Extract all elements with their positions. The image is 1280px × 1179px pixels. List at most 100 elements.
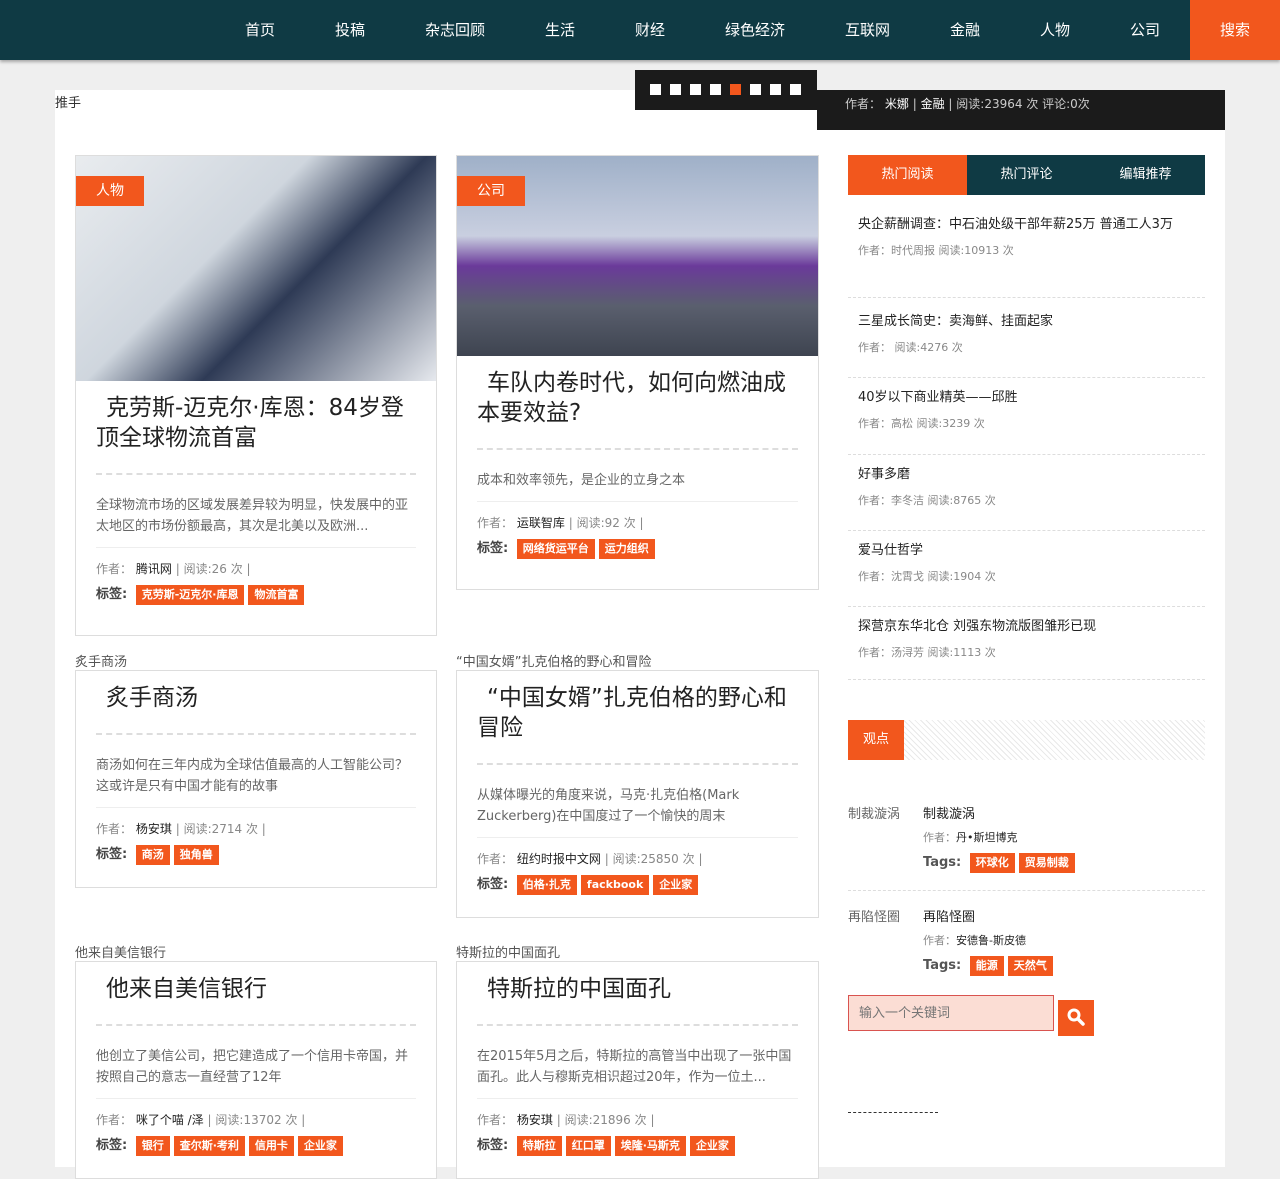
nav-search-button[interactable]: 搜索 (1190, 0, 1280, 60)
slider-dot[interactable] (770, 84, 781, 95)
nav-item[interactable]: 财经 (605, 0, 695, 60)
tag[interactable]: 信用卡 (248, 1136, 294, 1156)
nav-item[interactable]: 投稿 (305, 0, 395, 60)
tag[interactable]: 物流首富 (248, 585, 305, 605)
nav-item[interactable]: 公司 (1100, 0, 1190, 60)
opinion-author: 作者：丹•斯坦博克 (923, 829, 1018, 845)
author-name[interactable]: 安德鲁-斯皮德 (956, 934, 1026, 947)
article-title[interactable]: 克劳斯-迈克尔·库恩：84岁登顶全球物流首富 (76, 381, 436, 453)
hot-list-item[interactable]: 三星成长简史：卖海鲜、挂面起家作者： 阅读:4276 次 (848, 302, 1205, 378)
hot-item-title[interactable]: 央企薪酬调查：中石油处级干部年薪25万 普通工人3万 (858, 215, 1195, 234)
article-title[interactable]: “中国女婿”扎克伯格的野心和冒险 (457, 671, 818, 743)
opinion-label[interactable]: 制裁漩涡 (848, 803, 900, 822)
tag[interactable]: 埃隆·马斯克 (614, 1136, 686, 1156)
tag[interactable]: 银行 (135, 1136, 170, 1156)
author-name[interactable]: 丹•斯坦博克 (956, 831, 1018, 844)
tag[interactable]: 网络货运平台 (516, 539, 595, 559)
tag[interactable]: fackbook (580, 875, 650, 895)
tag-list: 标签: 银行 查尔斯·考利 信用卡 企业家 (76, 1128, 436, 1156)
category-badge[interactable]: 人物 (76, 176, 144, 206)
separator: | (948, 97, 953, 111)
nav-item[interactable]: 金融 (920, 0, 1010, 60)
tag[interactable]: 企业家 (653, 875, 699, 895)
article-title[interactable]: 炙手商汤 (76, 671, 436, 713)
tag[interactable]: 企业家 (297, 1136, 343, 1156)
opinion-title[interactable]: 制裁漩涡 (923, 803, 975, 822)
tab-hot-reads[interactable]: 热门阅读 (848, 155, 967, 195)
opinion-label[interactable]: 再陷怪圈 (848, 906, 900, 925)
search-input[interactable] (848, 995, 1054, 1031)
opinion-title[interactable]: 再陷怪圈 (923, 906, 975, 925)
tag[interactable]: 企业家 (689, 1136, 735, 1156)
slider-dot[interactable] (690, 84, 701, 95)
article-image[interactable]: 人物 (76, 156, 436, 381)
article-card: 特斯拉的中国面孔 在2015年5月之后，特斯拉的高管当中出现了一张中国面孔。此人… (456, 961, 819, 1179)
tag[interactable]: 商汤 (135, 845, 170, 865)
section-heading[interactable]: 炙手商汤 (75, 651, 437, 672)
tab-hot-comments[interactable]: 热门评论 (967, 155, 1086, 195)
article-summary: 他创立了美信公司，把它建造成了一个信用卡帝国，并按照自己的意志一直经营了12年 (96, 1049, 409, 1085)
tag[interactable]: 特斯拉 (516, 1136, 562, 1156)
slider-dot[interactable] (790, 84, 801, 95)
hot-list-item[interactable]: 央企薪酬调查：中石油处级干部年薪25万 普通工人3万 作者：时代周报 阅读:109… (848, 205, 1205, 298)
nav-item[interactable]: 互联网 (825, 0, 910, 60)
slider-dot[interactable] (730, 84, 741, 95)
section-heading[interactable]: 他来自美信银行 (75, 942, 437, 963)
author-link[interactable]: 杨安琪 (517, 1113, 553, 1127)
tag[interactable]: 运力组织 (598, 539, 655, 559)
author-link[interactable]: 腾讯网 (136, 562, 172, 576)
read-count: 阅读:26 次 (183, 562, 243, 576)
slider-dot[interactable] (670, 84, 681, 95)
tag[interactable]: 环球化 (969, 853, 1015, 873)
tags-label: 标签: (477, 541, 509, 556)
hot-item-meta: 作者： 阅读:4276 次 (858, 341, 963, 354)
category-badge[interactable]: 公司 (457, 176, 525, 206)
article-image[interactable]: 公司 (457, 156, 818, 356)
section-heading[interactable]: “中国女婿”扎克伯格的野心和冒险 (456, 651, 819, 672)
nav-item[interactable]: 杂志回顾 (405, 0, 505, 60)
slider-dot[interactable] (710, 84, 721, 95)
nav-item[interactable]: 绿色经济 (705, 0, 805, 60)
tab-editor-picks[interactable]: 编辑推荐 (1086, 155, 1205, 195)
slider-dot[interactable] (650, 84, 661, 95)
hot-list-item[interactable]: 爱马仕哲学 作者：沈霄戈 阅读:1904 次 (848, 531, 1205, 607)
search-button[interactable] (1058, 1000, 1094, 1036)
tag[interactable]: 红口罩 (565, 1136, 611, 1156)
tag[interactable]: 查尔斯·考利 (173, 1136, 245, 1156)
tag[interactable]: 伯格·扎克 (516, 875, 577, 895)
nav-item[interactable]: 生活 (515, 0, 605, 60)
article-title[interactable]: 车队内卷时代，如何向燃油成本要效益? (457, 356, 818, 428)
author-link[interactable]: 杨安琪 (136, 822, 172, 836)
featured-category[interactable]: 金融 (921, 97, 945, 111)
hot-item-title[interactable]: 三星成长简史：卖海鲜、挂面起家 (858, 312, 1195, 331)
hot-item-title[interactable]: 探营京东华北仓 刘强东物流版图雏形已现 (858, 617, 1195, 636)
tag[interactable]: 克劳斯-迈克尔·库恩 (135, 585, 245, 605)
hot-item-title[interactable]: 爱马仕哲学 (858, 541, 1195, 560)
author-link[interactable]: 运联智库 (517, 516, 565, 530)
search-icon (1067, 1008, 1085, 1026)
hot-list-item[interactable]: 40岁以下商业精英——邱胜 作者：高松 阅读:3239 次 (848, 378, 1205, 455)
tags-label: 标签: (477, 877, 509, 892)
tag[interactable]: 贸易制裁 (1018, 853, 1075, 873)
tag[interactable]: 天然气 (1007, 956, 1053, 976)
author-label: 作者： (477, 1113, 514, 1127)
hot-item-title[interactable]: 40岁以下商业精英——邱胜 (858, 388, 1195, 407)
hot-item-title[interactable]: 好事多磨 (858, 465, 1195, 484)
tag[interactable]: 能源 (969, 956, 1004, 976)
opinion-tags: Tags: 能源 天然气 (923, 956, 1053, 976)
slider-dot[interactable] (750, 84, 761, 95)
separator: | (556, 1113, 561, 1127)
section-heading[interactable]: 特斯拉的中国面孔 (456, 942, 819, 963)
article-title[interactable]: 特斯拉的中国面孔 (457, 962, 818, 1004)
nav-item[interactable]: 首页 (215, 0, 305, 60)
nav-item[interactable]: 人物 (1010, 0, 1100, 60)
author-link[interactable]: 纽约时报中文网 (517, 852, 601, 866)
tag[interactable]: 独角兽 (173, 845, 219, 865)
featured-info-bar: 作者： 米娜 | 金融 | 阅读:23964 次 评论:0次 (817, 90, 1225, 130)
author-link[interactable]: 咪了个喵 /泽 (136, 1113, 204, 1127)
hot-list-item[interactable]: 探营京东华北仓 刘强东物流版图雏形已现 作者：汤浔芳 阅读:1113 次 (848, 607, 1205, 680)
article-title[interactable]: 他来自美信银行 (76, 962, 436, 1004)
hot-list-item[interactable]: 好事多磨 作者：李冬洁 阅读:8765 次 (848, 455, 1205, 531)
featured-author[interactable]: 米娜 (885, 97, 909, 111)
article-summary: 全球物流市场的区域发展差异较为明显，快发展中的亚太地区的市场份额最高，其次是北美… (96, 498, 409, 534)
